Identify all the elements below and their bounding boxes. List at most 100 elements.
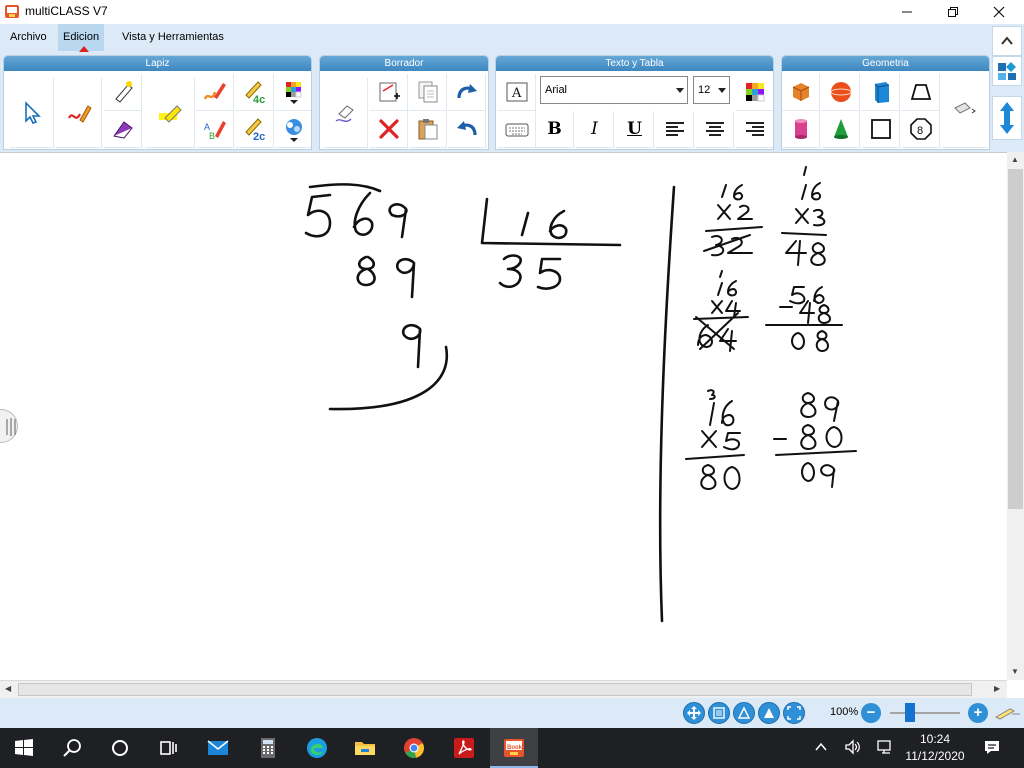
task-view-button[interactable] — [144, 728, 192, 768]
close-button[interactable] — [976, 0, 1022, 24]
color-grid-tool[interactable] — [736, 74, 773, 111]
whiteboard-canvas[interactable] — [0, 152, 1008, 682]
scroll-left-arrow-icon[interactable]: ◀ — [5, 684, 11, 693]
color-pen-tool[interactable] — [196, 74, 234, 111]
volume-icon[interactable] — [844, 738, 862, 756]
vertical-resize-icon — [1000, 102, 1014, 134]
scroll-down-arrow-icon[interactable]: ▼ — [1011, 667, 1019, 676]
calc-16x3 — [781, 166, 827, 266]
font-family-select[interactable]: Arial — [540, 76, 688, 104]
text-pen-icon: AB — [204, 121, 226, 141]
search-button[interactable] — [48, 728, 96, 768]
undo-icon — [456, 121, 477, 136]
align-left-button[interactable] — [656, 111, 694, 148]
minimize-button[interactable] — [884, 0, 930, 24]
file-explorer-icon — [355, 742, 375, 755]
delete-tool[interactable] — [370, 111, 408, 148]
clock-date: 11/12/2020 — [905, 749, 965, 763]
side-panel-handle[interactable] — [0, 409, 18, 443]
layout-icon — [998, 62, 1016, 80]
grip-icon — [6, 418, 16, 436]
acrobat-icon — [454, 738, 474, 758]
square-tool[interactable] — [862, 111, 900, 148]
acrobat-app[interactable] — [440, 728, 488, 768]
mail-app[interactable] — [194, 728, 242, 768]
cortana-button[interactable] — [96, 728, 144, 768]
italic-button[interactable]: I — [576, 111, 614, 148]
calculator-app[interactable] — [244, 728, 292, 768]
svg-text:8: 8 — [917, 125, 923, 137]
start-button[interactable] — [0, 728, 48, 768]
calc-16x2 — [703, 184, 763, 257]
octagon-tool[interactable]: 8 — [902, 111, 940, 148]
dividend-569 — [304, 183, 408, 239]
text-pen-tool[interactable]: AB — [196, 111, 234, 148]
cone-tool[interactable] — [822, 111, 860, 148]
page-list-button[interactable] — [708, 702, 730, 724]
next-page-button[interactable] — [758, 702, 780, 724]
taskbar-clock[interactable]: 10:24 11/12/2020 — [890, 731, 980, 767]
eraser-icon — [335, 104, 354, 122]
undo-tool[interactable] — [448, 111, 486, 148]
align-right-button[interactable] — [736, 111, 773, 148]
vertical-scroll-thumb[interactable] — [1008, 169, 1023, 509]
underline-button[interactable]: U — [616, 111, 654, 148]
horizontal-scrollbar[interactable]: ◀ ▶ — [0, 680, 1007, 698]
prism-tool[interactable] — [862, 74, 900, 111]
zoom-slider-thumb[interactable] — [905, 703, 915, 722]
fit-screen-button[interactable] — [783, 702, 805, 724]
align-center-button[interactable] — [696, 111, 734, 148]
file-explorer-app[interactable] — [341, 728, 389, 768]
color-palette-icon — [285, 82, 301, 104]
color-palette-tool[interactable] — [275, 74, 311, 111]
menu-archivo[interactable]: Archivo — [5, 24, 52, 51]
move-button[interactable] — [683, 702, 705, 724]
text-box-tool[interactable]: A — [498, 74, 536, 111]
marker-tool[interactable] — [145, 78, 195, 148]
edge-browser[interactable] — [293, 728, 341, 768]
trapezoid-tool[interactable] — [902, 74, 940, 111]
color-grid-icon — [745, 83, 764, 102]
shape-eraser-tool[interactable] — [104, 111, 142, 148]
zoom-in-button[interactable]: + — [968, 703, 988, 723]
ruler-tool[interactable] — [942, 74, 988, 148]
keyboard-tool[interactable] — [498, 111, 536, 148]
redo-tool[interactable] — [448, 74, 486, 111]
collapse-ribbon-button[interactable] — [992, 26, 1022, 56]
chevron-up-icon[interactable] — [814, 740, 828, 754]
zoom-slider[interactable] — [890, 712, 960, 714]
vertical-resize-button[interactable] — [992, 96, 1022, 140]
notification-icon[interactable] — [983, 738, 1001, 756]
new-page-tool[interactable] — [370, 74, 408, 111]
svg-text:A: A — [511, 86, 522, 101]
cone-icon — [833, 119, 848, 139]
svg-text:B: B — [209, 131, 215, 141]
pen-settings-icon[interactable] — [994, 705, 1022, 721]
highlighter-tool[interactable] — [104, 74, 142, 111]
maximize-button[interactable] — [930, 0, 976, 24]
sphere-tool[interactable] — [822, 74, 860, 111]
menu-vista-herramientas[interactable]: Vista y Herramientas — [117, 24, 229, 51]
fill-cloud-tool[interactable] — [275, 111, 311, 148]
calc-89-80 — [773, 392, 857, 488]
horizontal-scroll-thumb[interactable] — [18, 683, 972, 696]
eraser-tool[interactable] — [324, 78, 368, 148]
copy-tool[interactable] — [409, 74, 447, 111]
scroll-right-arrow-icon[interactable]: ▶ — [994, 684, 1000, 693]
bold-button[interactable]: B — [536, 111, 574, 148]
multiclass-taskbar-button[interactable]: Book — [490, 728, 538, 768]
vertical-scrollbar[interactable]: ▲ ▼ — [1007, 152, 1024, 680]
pointer-tool[interactable] — [10, 78, 54, 148]
paste-tool[interactable] — [409, 111, 447, 148]
font-size-select[interactable]: 12 — [693, 76, 730, 104]
cube-tool[interactable] — [782, 74, 820, 111]
previous-page-button[interactable] — [733, 702, 755, 724]
scroll-up-arrow-icon[interactable]: ▲ — [1011, 155, 1019, 164]
pen-tool[interactable] — [56, 78, 102, 148]
layout-button[interactable] — [992, 56, 1022, 86]
cylinder-tool[interactable] — [782, 111, 820, 148]
fraction-4c-tool[interactable]: 4c — [236, 74, 274, 111]
chrome-browser[interactable] — [390, 728, 438, 768]
fraction-2c-tool[interactable]: 2c — [236, 111, 274, 148]
zoom-out-button[interactable]: − — [861, 703, 881, 723]
